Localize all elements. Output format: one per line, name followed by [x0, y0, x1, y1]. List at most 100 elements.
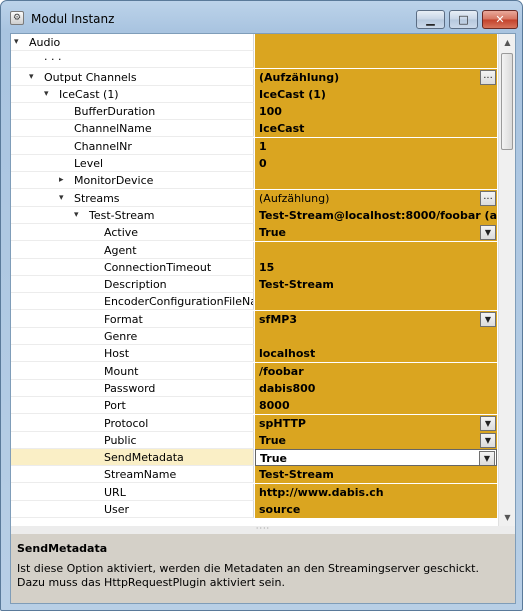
collapse-icon[interactable]: ▾: [14, 36, 24, 48]
property-value-cell[interactable]: dabis800: [255, 379, 497, 397]
property-row[interactable]: Mount/foobar: [11, 362, 497, 380]
help-splitter[interactable]: ····: [11, 525, 515, 534]
property-name-cell[interactable]: Mount: [11, 362, 254, 380]
property-value-cell[interactable]: True ▼: [255, 431, 497, 449]
property-name-cell[interactable]: Host: [11, 345, 254, 363]
property-value-cell[interactable]: source: [255, 501, 497, 519]
property-name-cell[interactable]: EncoderConfigurationFileName: [11, 293, 254, 311]
property-row[interactable]: ChannelNr 1: [11, 137, 497, 156]
property-row[interactable]: · · ·: [11, 51, 497, 69]
property-row[interactable]: ▾ Audio: [11, 34, 497, 52]
collapse-icon[interactable]: ▾: [29, 71, 39, 83]
property-row[interactable]: SendMetadata True ▼: [11, 449, 497, 467]
property-row[interactable]: EncoderConfigurationFileName: [11, 293, 497, 311]
property-name-cell[interactable]: ▾ Audio: [11, 34, 254, 51]
property-value-cell[interactable]: IceCast: [255, 120, 497, 138]
property-name-cell[interactable]: User: [11, 501, 254, 519]
vertical-scrollbar[interactable]: ▲ ▼: [498, 34, 515, 526]
property-row[interactable]: StreamName Test-Stream: [11, 466, 497, 484]
property-value-cell[interactable]: Test-Stream: [255, 276, 497, 294]
property-row[interactable]: ▾ Output Channels (Aufzählung)...: [11, 68, 497, 86]
property-row[interactable]: Agent: [11, 241, 497, 259]
property-name-cell[interactable]: ConnectionTimeout: [11, 258, 254, 276]
property-name-cell[interactable]: ChannelName: [11, 120, 254, 138]
property-row[interactable]: Active True ▼: [11, 224, 497, 242]
property-name-cell[interactable]: Agent: [11, 241, 254, 259]
property-row[interactable]: User source: [11, 501, 497, 519]
property-row[interactable]: ConnectionTimeout 15: [11, 258, 497, 277]
property-name-cell[interactable]: Port: [11, 397, 254, 415]
property-name-cell[interactable]: Protocol: [11, 414, 254, 432]
property-value-cell[interactable]: 8000: [255, 397, 497, 415]
dropdown-arrow-icon[interactable]: ▼: [480, 225, 496, 241]
property-value-cell[interactable]: http://www.dabis.ch: [255, 483, 497, 501]
ellipsis-button[interactable]: ...: [480, 69, 496, 85]
property-value-cell[interactable]: [255, 293, 497, 311]
property-row[interactable]: Password dabis800: [11, 379, 497, 398]
property-value-cell[interactable]: True ▼: [255, 449, 497, 467]
dropdown-arrow-icon[interactable]: ▼: [479, 451, 495, 466]
maximize-button[interactable]: □: [449, 10, 478, 29]
property-name-cell[interactable]: ▾ IceCast (1): [11, 85, 254, 103]
property-name-cell[interactable]: ▾ Test-Stream: [11, 206, 254, 224]
property-value-cell[interactable]: localhost: [255, 345, 497, 363]
property-value-cell[interactable]: 1: [255, 137, 497, 155]
property-value-cell[interactable]: [255, 51, 497, 69]
property-name-cell[interactable]: Public: [11, 431, 254, 449]
property-row[interactable]: Host localhost: [11, 345, 497, 363]
property-value-cell[interactable]: (Aufzählung)...: [255, 68, 497, 86]
collapse-icon[interactable]: ▾: [59, 192, 69, 204]
property-name-cell[interactable]: Genre: [11, 328, 254, 346]
property-value-cell[interactable]: [255, 328, 497, 346]
property-name-cell[interactable]: Format: [11, 310, 254, 328]
property-name-cell[interactable]: BufferDuration: [11, 103, 254, 121]
property-row[interactable]: BufferDuration 100: [11, 103, 497, 121]
property-value-cell[interactable]: [255, 34, 497, 51]
scroll-down-icon[interactable]: ▼: [499, 509, 516, 526]
property-name-cell[interactable]: Password: [11, 379, 254, 397]
property-name-cell[interactable]: ChannelNr: [11, 137, 254, 155]
ellipsis-button[interactable]: ...: [480, 190, 496, 206]
minimize-button[interactable]: ▁: [416, 10, 445, 29]
property-row[interactable]: URL http://www.dabis.ch: [11, 483, 497, 502]
property-value-cell[interactable]: 0: [255, 155, 497, 173]
property-value-cell[interactable]: IceCast (1): [255, 85, 497, 103]
property-value-cell[interactable]: /foobar: [255, 362, 497, 380]
scroll-thumb[interactable]: [501, 53, 513, 150]
property-value-cell[interactable]: [255, 241, 497, 259]
expand-icon[interactable]: ▸: [59, 174, 69, 186]
property-value-cell[interactable]: (Aufzählung)...: [255, 189, 497, 207]
property-row[interactable]: ▸ MonitorDevice: [11, 172, 497, 190]
property-row[interactable]: Public True ▼: [11, 431, 497, 450]
property-row[interactable]: Format sfMP3 ▼: [11, 310, 497, 329]
property-name-cell[interactable]: Level: [11, 155, 254, 173]
property-value-cell[interactable]: Test-Stream: [255, 466, 497, 484]
property-row[interactable]: Port 8000: [11, 397, 497, 415]
property-value-cell[interactable]: [255, 172, 497, 190]
property-value-cell[interactable]: 100: [255, 103, 497, 121]
collapse-icon[interactable]: ▾: [74, 209, 84, 221]
property-value-cell[interactable]: Test-Stream@localhost:8000/foobar (a...: [255, 206, 497, 224]
property-name-cell[interactable]: ▾ Streams: [11, 189, 254, 207]
property-row[interactable]: Protocol spHTTP ▼: [11, 414, 497, 432]
close-button[interactable]: ✕: [482, 10, 518, 29]
dropdown-arrow-icon[interactable]: ▼: [480, 311, 496, 327]
property-name-cell[interactable]: Description: [11, 276, 254, 294]
title-bar[interactable]: ⚙ Modul Instanz ▁ □ ✕: [1, 1, 522, 31]
property-name-cell[interactable]: Active: [11, 224, 254, 242]
property-name-cell[interactable]: ▾ Output Channels: [11, 68, 254, 86]
property-row[interactable]: Level 0: [11, 155, 497, 173]
property-row[interactable]: Description Test-Stream: [11, 276, 497, 294]
property-value-cell[interactable]: True ▼: [255, 224, 497, 242]
collapse-icon[interactable]: ▾: [44, 88, 54, 100]
property-value-cell[interactable]: spHTTP ▼: [255, 414, 497, 432]
property-row[interactable]: Genre: [11, 328, 497, 346]
property-name-cell[interactable]: SendMetadata: [11, 449, 254, 467]
property-value-cell[interactable]: sfMP3 ▼: [255, 310, 497, 328]
property-row[interactable]: ▾ IceCast (1) IceCast (1): [11, 85, 497, 104]
property-value-cell[interactable]: 15: [255, 258, 497, 276]
property-name-cell[interactable]: URL: [11, 483, 254, 501]
property-name-cell[interactable]: StreamName: [11, 466, 254, 484]
property-row[interactable]: ChannelName IceCast: [11, 120, 497, 138]
scroll-up-icon[interactable]: ▲: [499, 34, 516, 51]
